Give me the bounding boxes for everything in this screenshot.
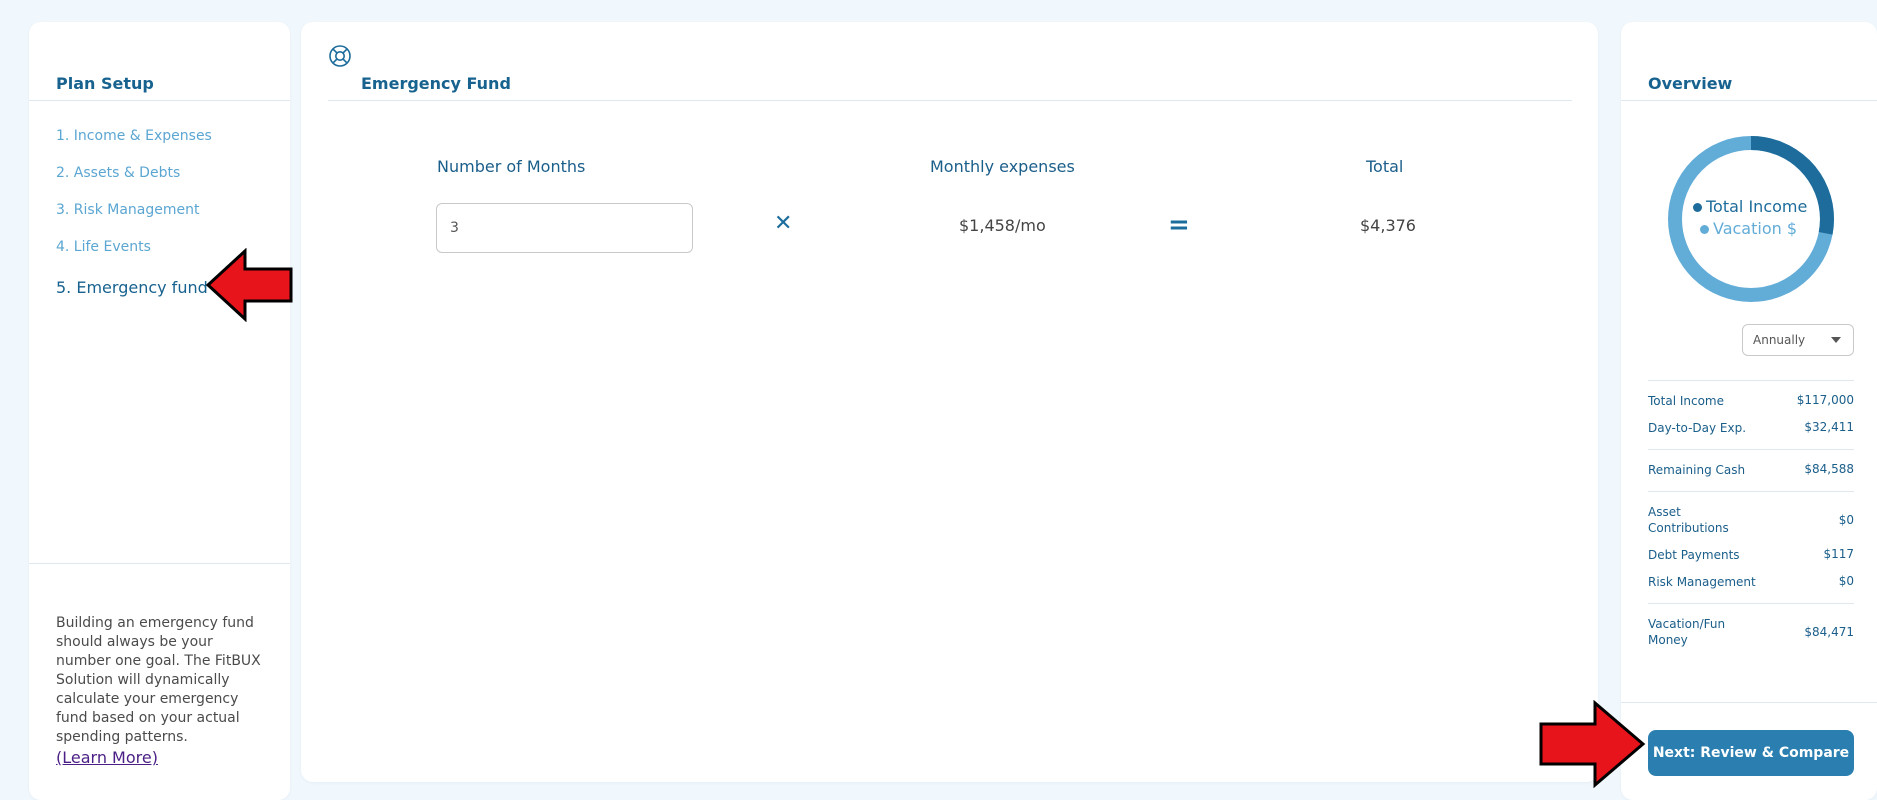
divider (1621, 702, 1877, 703)
overview-row-value: $32,411 (1804, 420, 1854, 434)
legend-total-income: Total Income (1693, 197, 1807, 216)
overview-row-value: $84,471 (1804, 625, 1854, 639)
total-column-header: Total (1366, 157, 1404, 176)
overview-row-label: Debt Payments (1648, 548, 1740, 562)
divider (1648, 380, 1854, 381)
multiply-icon: ✕ (774, 211, 793, 236)
overview-row-label: Remaining Cash (1648, 463, 1746, 477)
legend-dot-icon (1700, 225, 1709, 234)
period-select[interactable]: Annually (1742, 324, 1854, 356)
step-assets-debts[interactable]: 2. Assets & Debts (56, 165, 180, 181)
overview-row-value: $84,588 (1804, 462, 1854, 476)
learn-more-link[interactable]: (Learn More) (56, 748, 158, 767)
step-income-expenses[interactable]: 1. Income & Expenses (56, 128, 212, 144)
expenses-column-header: Monthly expenses (930, 157, 1075, 176)
step-life-events[interactable]: 4. Life Events (56, 239, 151, 255)
divider (1648, 603, 1854, 604)
step-risk-management[interactable]: 3. Risk Management (56, 202, 200, 218)
chevron-down-icon (1831, 337, 1841, 343)
overview-row-label: Risk Management (1648, 575, 1756, 589)
divider (1621, 100, 1877, 101)
months-input[interactable] (436, 203, 693, 253)
description-text: Building an emergency fund should always… (56, 615, 261, 745)
monthly-expenses-value: $1,458/mo (959, 216, 1046, 235)
annotation-arrow-right-icon (1539, 700, 1646, 788)
overview-row-value: $0 (1838, 513, 1854, 527)
overview-row-label: Vacation/Fun Money (1648, 617, 1726, 647)
total-value: $4,376 (1360, 216, 1416, 235)
step-emergency-fund[interactable]: 5. Emergency fund (56, 278, 208, 297)
overview-row-label: Asset Contributions (1648, 505, 1729, 535)
annotation-arrow-left-icon (205, 248, 293, 322)
legend-dot-icon (1693, 203, 1702, 212)
overview-title: Overview (1648, 74, 1733, 93)
overview-row-label: Day-to-Day Exp. (1648, 421, 1747, 435)
overview-panel: Overview Total Income Vacation $ Annuall… (1621, 22, 1877, 800)
emergency-fund-panel: Emergency Fund Number of Months Monthly … (301, 22, 1598, 782)
overview-row-value: $117 (1823, 547, 1854, 561)
legend-label: Vacation $ (1713, 219, 1798, 238)
divider (29, 100, 290, 101)
next-review-compare-button[interactable]: Next: Review & Compare (1648, 730, 1854, 776)
months-column-header: Number of Months (437, 157, 586, 176)
divider (328, 100, 1572, 101)
overview-row-value: $0 (1838, 574, 1854, 588)
divider (1648, 449, 1854, 450)
equals-icon: = (1168, 210, 1190, 240)
legend-label: Total Income (1706, 197, 1808, 216)
divider (29, 563, 290, 564)
overview-row-label: Total Income (1648, 394, 1724, 408)
plan-setup-title: Plan Setup (56, 74, 154, 93)
plan-setup-panel: Plan Setup 1. Income & Expenses 2. Asset… (29, 22, 290, 800)
emergency-fund-description: Building an emergency fund should always… (56, 614, 266, 769)
emergency-fund-title: Emergency Fund (361, 74, 511, 93)
legend-vacation: Vacation $ (1700, 219, 1797, 238)
period-select-value: Annually (1753, 333, 1806, 347)
divider (1648, 491, 1854, 492)
lifebuoy-icon (328, 44, 352, 68)
overview-row-value: $117,000 (1796, 393, 1854, 407)
